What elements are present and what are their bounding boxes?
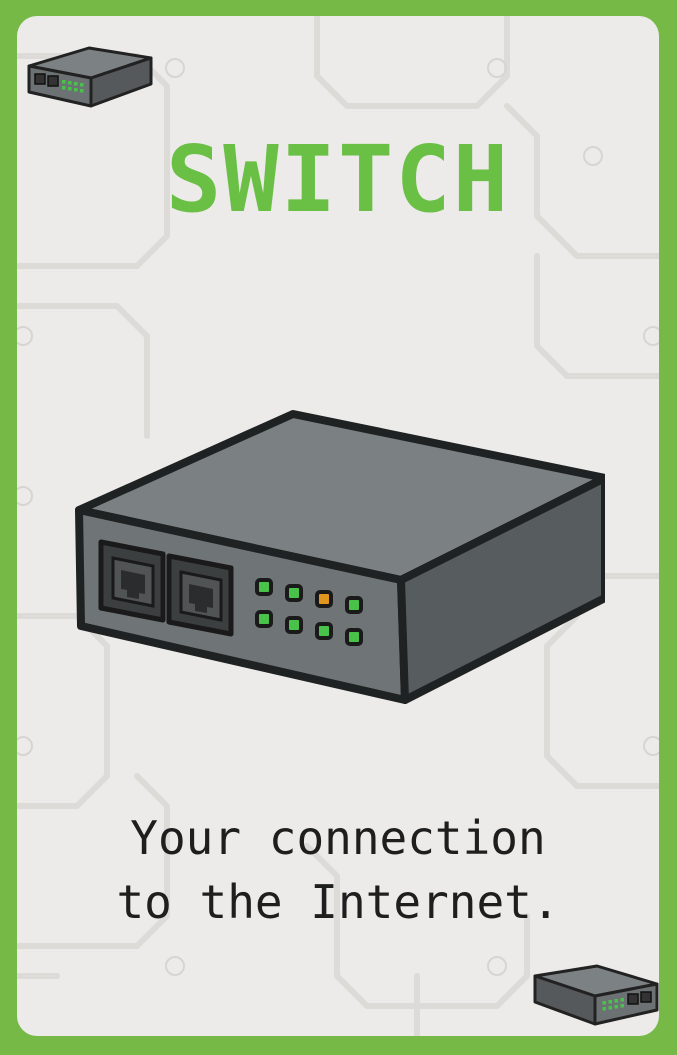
corner-switch-icon-bottom-right (533, 964, 659, 1026)
description-line-2: to the Internet. (116, 875, 560, 929)
description-line-1: Your connection (130, 811, 546, 865)
card-title: SWITCH (165, 126, 511, 233)
corner-switch-icon-top-left (27, 46, 153, 108)
ethernet-port-2 (166, 553, 234, 637)
ethernet-port-1 (98, 539, 166, 623)
card-border: SWITCH Your connection to the Internet. (0, 0, 677, 1055)
network-switch-icon (75, 410, 605, 704)
card-description: Your connection to the Internet. (17, 806, 659, 934)
card-face: SWITCH Your connection to the Internet. (17, 16, 659, 1036)
